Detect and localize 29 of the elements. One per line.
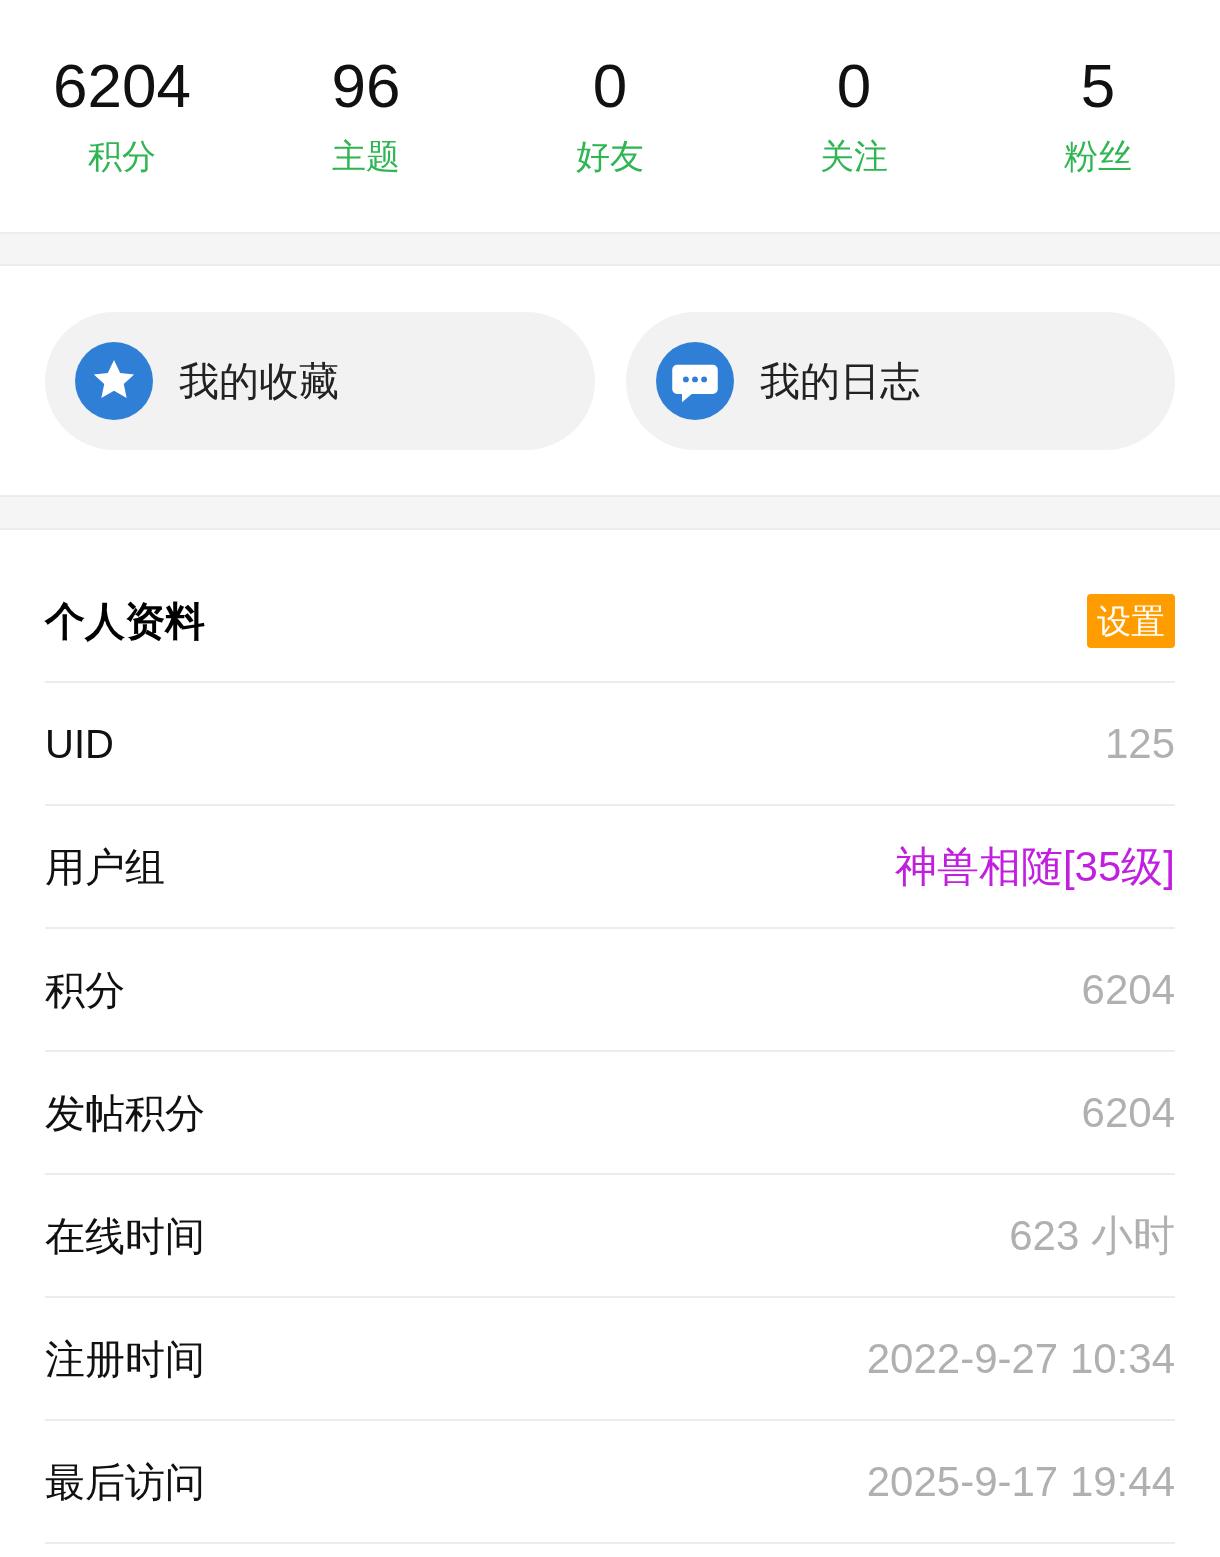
field-value: 2022-9-27 10:34	[866, 1334, 1175, 1384]
field-value: 623 小时	[1009, 1211, 1175, 1261]
stat-value: 0	[592, 50, 628, 122]
field-value: 6204	[1081, 1088, 1175, 1138]
stat-value: 5	[1080, 50, 1116, 122]
stat-label[interactable]: 积分	[88, 136, 156, 176]
stat-value: 96	[331, 50, 401, 122]
shortcut-button[interactable]: 我的收藏	[45, 311, 595, 450]
field-label: 在线时间	[45, 1212, 205, 1260]
field-label: 用户组	[45, 843, 165, 891]
stat-label[interactable]: 粉丝	[1064, 136, 1132, 176]
field-label: UID	[45, 720, 114, 768]
field-value: 6204	[1081, 965, 1175, 1015]
field-label: 发帖积分	[45, 1089, 205, 1137]
section-title: 个人资料	[45, 597, 205, 645]
stat-label[interactable]: 主题	[332, 136, 400, 176]
stat-value: 0	[836, 50, 872, 122]
chat-bubble-icon	[655, 341, 734, 420]
field-value: 神兽相随[35级]	[894, 842, 1175, 892]
stat-label[interactable]: 关注	[820, 136, 888, 176]
field-label: 注册时间	[45, 1335, 205, 1383]
stat-value: 6204	[53, 50, 191, 122]
settings-button[interactable]: 设置	[1087, 593, 1175, 648]
stat-label[interactable]: 好友	[576, 136, 644, 176]
field-value: 2025-9-17 19:44	[866, 1457, 1175, 1507]
field-value: 125	[1104, 719, 1175, 769]
shortcut-button[interactable]: 我的日志	[625, 311, 1175, 450]
field-label: 积分	[45, 966, 125, 1014]
field-label: 最后访问	[45, 1458, 205, 1506]
